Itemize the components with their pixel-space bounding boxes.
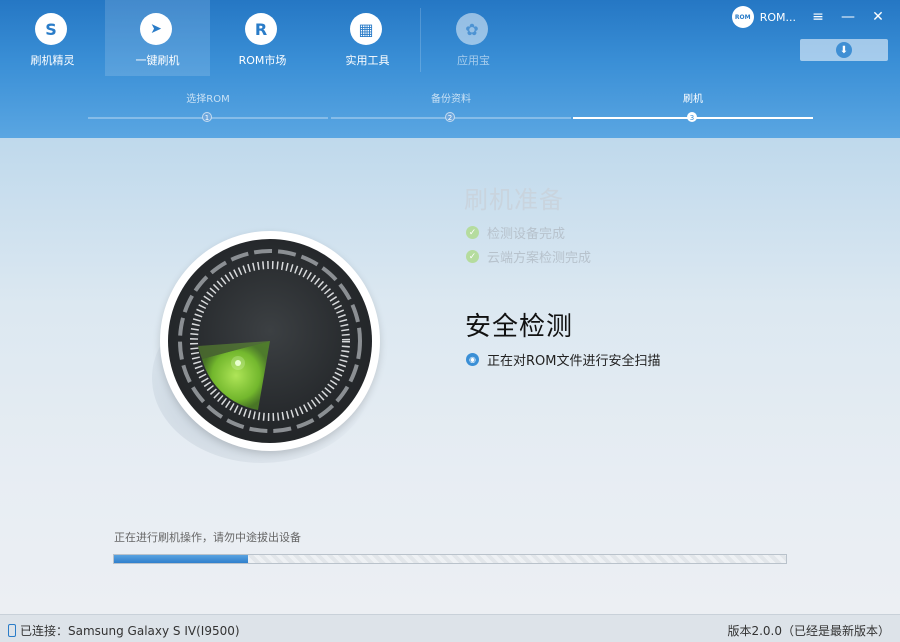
security-title: 安全检测 [465,312,574,342]
check-item-cloud: ✓ 云端方案检测完成 [466,247,591,266]
nav-item-rom-market[interactable]: R ROM市场 [210,0,315,76]
nav-item-one-click-flash[interactable]: ➤ 一键刷机 [105,0,210,76]
step-label: 备份资料 [431,94,471,105]
step-dot: 2 [445,112,455,122]
yingyongbao-icon: ✿ [456,13,488,45]
window-controls: ROM ROM... ≡ — ✕ [731,6,886,28]
nav-item-tools[interactable]: ▦ 实用工具 [315,0,420,76]
phone-icon [8,624,16,637]
status-bar: 已连接：Samsung Galaxy S IV(I9500) 版本2.0.0（已… [0,614,900,642]
check-label: 检测设备完成 [487,227,566,242]
download-icon: ⬇ [836,42,852,58]
prep-title: 刷机准备 [464,186,564,214]
app-window: S 刷机精灵 ➤ 一键刷机 R ROM市场 ▦ 实用工具 ✿ 应用宝 ROM R… [0,0,900,642]
step-select-rom: 选择ROM 1 [88,90,328,122]
version-text[interactable]: 版本2.0.0（已经是最新版本） [727,622,890,639]
download-button[interactable]: ⬇ [800,39,888,61]
nav-label: 刷机精灵 [30,54,75,67]
nav-label: ROM市场 [238,54,287,67]
rom-account-label[interactable]: ROM... [760,11,796,24]
shield-s-icon: S [35,13,67,45]
close-icon[interactable]: ✕ [870,9,886,25]
nav-label: 一键刷机 [135,54,180,67]
connection-text: 已连接：Samsung Galaxy S IV(I9500) [20,624,240,638]
radar-svg [178,249,362,433]
connection-status: 已连接：Samsung Galaxy S IV(I9500) [8,622,240,639]
scanning-icon: ◉ [466,353,479,366]
progress-bar [113,554,787,564]
scan-status-text: 正在对ROM文件进行安全扫描 [487,354,661,369]
minimize-icon[interactable]: — [840,9,856,25]
check-circle-icon: ✓ [466,226,479,239]
header: S 刷机精灵 ➤ 一键刷机 R ROM市场 ▦ 实用工具 ✿ 应用宝 ROM R… [0,0,900,138]
check-circle-icon: ✓ [466,250,479,263]
radar-scan-icon [168,239,372,443]
progress-fill [114,555,249,563]
cursor-play-icon: ➤ [140,13,172,45]
nav-item-flash-genie[interactable]: S 刷机精灵 [0,0,105,76]
main-nav: S 刷机精灵 ➤ 一键刷机 R ROM市场 ▦ 实用工具 ✿ 应用宝 [0,0,526,76]
rom-r-icon: R [245,13,277,45]
step-backup: 备份资料 2 [331,90,571,122]
grid-apps-icon: ▦ [350,13,382,45]
step-label: 刷机 [683,94,703,105]
menu-icon[interactable]: ≡ [810,9,826,25]
nav-item-yingyongbao[interactable]: ✿ 应用宝 [421,0,526,76]
step-dot: 1 [202,112,212,122]
radar-gauge [152,231,380,463]
nav-label: 应用宝 [457,54,490,67]
nav-label: 实用工具 [345,54,390,67]
step-flash: 刷机 3 [573,90,813,122]
main-content: 刷机准备 ✓ 检测设备完成 ✓ 云端方案检测完成 安全检测 ◉ 正在对ROM文件… [0,138,900,614]
rom-avatar-icon[interactable]: ROM [731,6,754,28]
check-item-device: ✓ 检测设备完成 [466,223,565,242]
step-dot: 3 [687,112,697,122]
progress-text: 正在进行刷机操作，请勿中途拔出设备 [114,531,301,544]
check-label: 云端方案检测完成 [487,251,592,266]
scan-status: ◉ 正在对ROM文件进行安全扫描 [466,350,660,369]
step-label: 选择ROM [186,94,230,105]
